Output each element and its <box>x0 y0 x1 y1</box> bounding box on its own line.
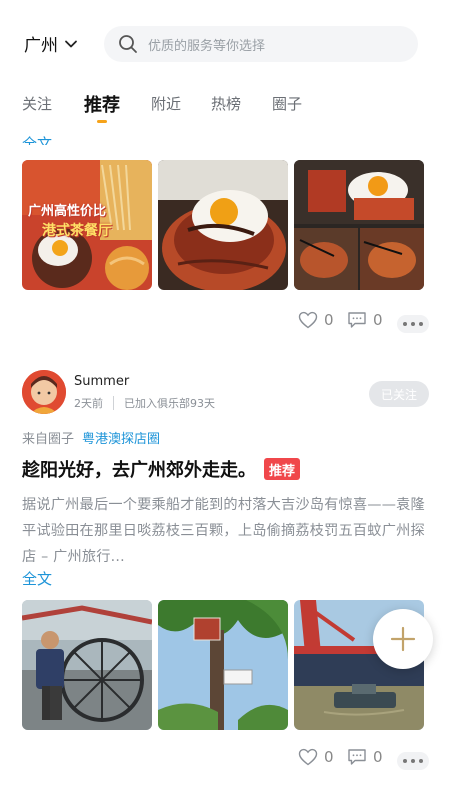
avatar[interactable] <box>22 370 66 414</box>
more-icon[interactable] <box>397 752 429 770</box>
chevron-down-icon <box>65 40 77 47</box>
post1-photo-grid: 广州高性价比 港式茶餐厅 <box>22 160 424 290</box>
post2-source: 来自圈子 粤港澳探店圈 <box>22 428 160 447</box>
post-title[interactable]: 趁阳光好，去广州郊外走走。 <box>22 456 256 482</box>
tab-label: 推荐 <box>84 95 120 116</box>
post1-photo-1[interactable]: 广州高性价比 港式茶餐厅 <box>22 160 152 290</box>
post-time: 2天前 <box>74 397 103 410</box>
city-selector[interactable]: 广州 <box>24 31 78 56</box>
search-bar[interactable]: 优质的服务等你选择 <box>104 26 418 62</box>
create-post-button[interactable] <box>373 609 433 669</box>
comment-button[interactable]: 0 <box>347 748 383 766</box>
post2-title-row: 趁阳光好，去广州郊外走走。 推荐 <box>22 456 301 482</box>
post-body[interactable]: 据说广州最后一个要乘船才能到的村落大吉沙岛有惊喜——袁隆平试验田在那里日啖荔枝三… <box>22 492 432 570</box>
tab-trending[interactable]: 热榜 <box>211 93 241 131</box>
like-count: 0 <box>324 311 334 329</box>
from-label: 来自圈子 <box>22 432 75 447</box>
recommend-badge: 推荐 <box>264 458 301 480</box>
post-meta: 2天前 已加入俱乐部93天 <box>74 395 215 411</box>
tab-label: 关注 <box>22 95 53 113</box>
like-count: 0 <box>324 748 334 766</box>
tab-circles[interactable]: 圈子 <box>272 93 302 131</box>
post2-photo-grid <box>22 600 424 730</box>
comment-icon <box>348 749 366 765</box>
header: 广州 优质的服务等你选择 <box>0 0 450 88</box>
follow-button[interactable]: 已关注 <box>369 381 429 407</box>
tab-active-indicator <box>97 120 107 123</box>
post1-photo-2[interactable] <box>158 160 288 290</box>
boat-photo <box>22 600 152 730</box>
tab-label: 热榜 <box>211 95 242 113</box>
meta-divider <box>113 396 114 410</box>
comment-button[interactable]: 0 <box>347 311 383 329</box>
tab-follow[interactable]: 关注 <box>22 93 52 131</box>
avatar-image <box>22 370 66 414</box>
post2-author: Summer 2天前 已加入俱乐部93天 已关注 <box>22 370 432 416</box>
food-photo <box>158 160 288 290</box>
tab-label: 附近 <box>151 95 182 113</box>
tab-bar: 关注 推荐 附近 热榜 圈子 <box>0 88 450 126</box>
post2-photo-2[interactable] <box>158 600 288 730</box>
heart-icon <box>298 748 318 766</box>
more-icon[interactable] <box>397 315 429 333</box>
post2-fulltext-link[interactable]: 全文 <box>22 568 52 589</box>
post1-fulltext-link[interactable]: 全文 <box>22 129 82 145</box>
like-button[interactable]: 0 <box>298 748 334 766</box>
comment-count: 0 <box>373 748 383 766</box>
city-label: 广州 <box>24 36 58 56</box>
tab-recommend[interactable]: 推荐 <box>84 91 120 129</box>
club-membership: 已加入俱乐部93天 <box>124 397 215 410</box>
post1-photo-caption-2: 港式茶餐厅 <box>42 223 112 239</box>
tab-nearby[interactable]: 附近 <box>151 93 181 131</box>
username[interactable]: Summer <box>74 374 129 389</box>
circle-link[interactable]: 粤港澳探店圈 <box>82 428 160 447</box>
post1-actions: 0 0 <box>0 311 450 337</box>
post1-photo-3[interactable] <box>294 160 424 290</box>
heart-icon <box>298 311 318 329</box>
tab-label: 圈子 <box>272 95 303 113</box>
post2-actions: 0 0 <box>0 748 450 774</box>
food-photo <box>294 160 424 290</box>
search-placeholder: 优质的服务等你选择 <box>148 38 266 54</box>
like-button[interactable]: 0 <box>298 311 334 329</box>
comment-count: 0 <box>373 311 383 329</box>
comment-icon <box>348 312 366 328</box>
post1-photo-caption-1: 广州高性价比 <box>28 204 107 219</box>
plus-icon <box>390 626 416 652</box>
search-icon <box>119 35 137 53</box>
tree-photo <box>158 600 288 730</box>
post2-photo-1[interactable] <box>22 600 152 730</box>
post1-fulltext-label: 全文 <box>22 135 53 145</box>
